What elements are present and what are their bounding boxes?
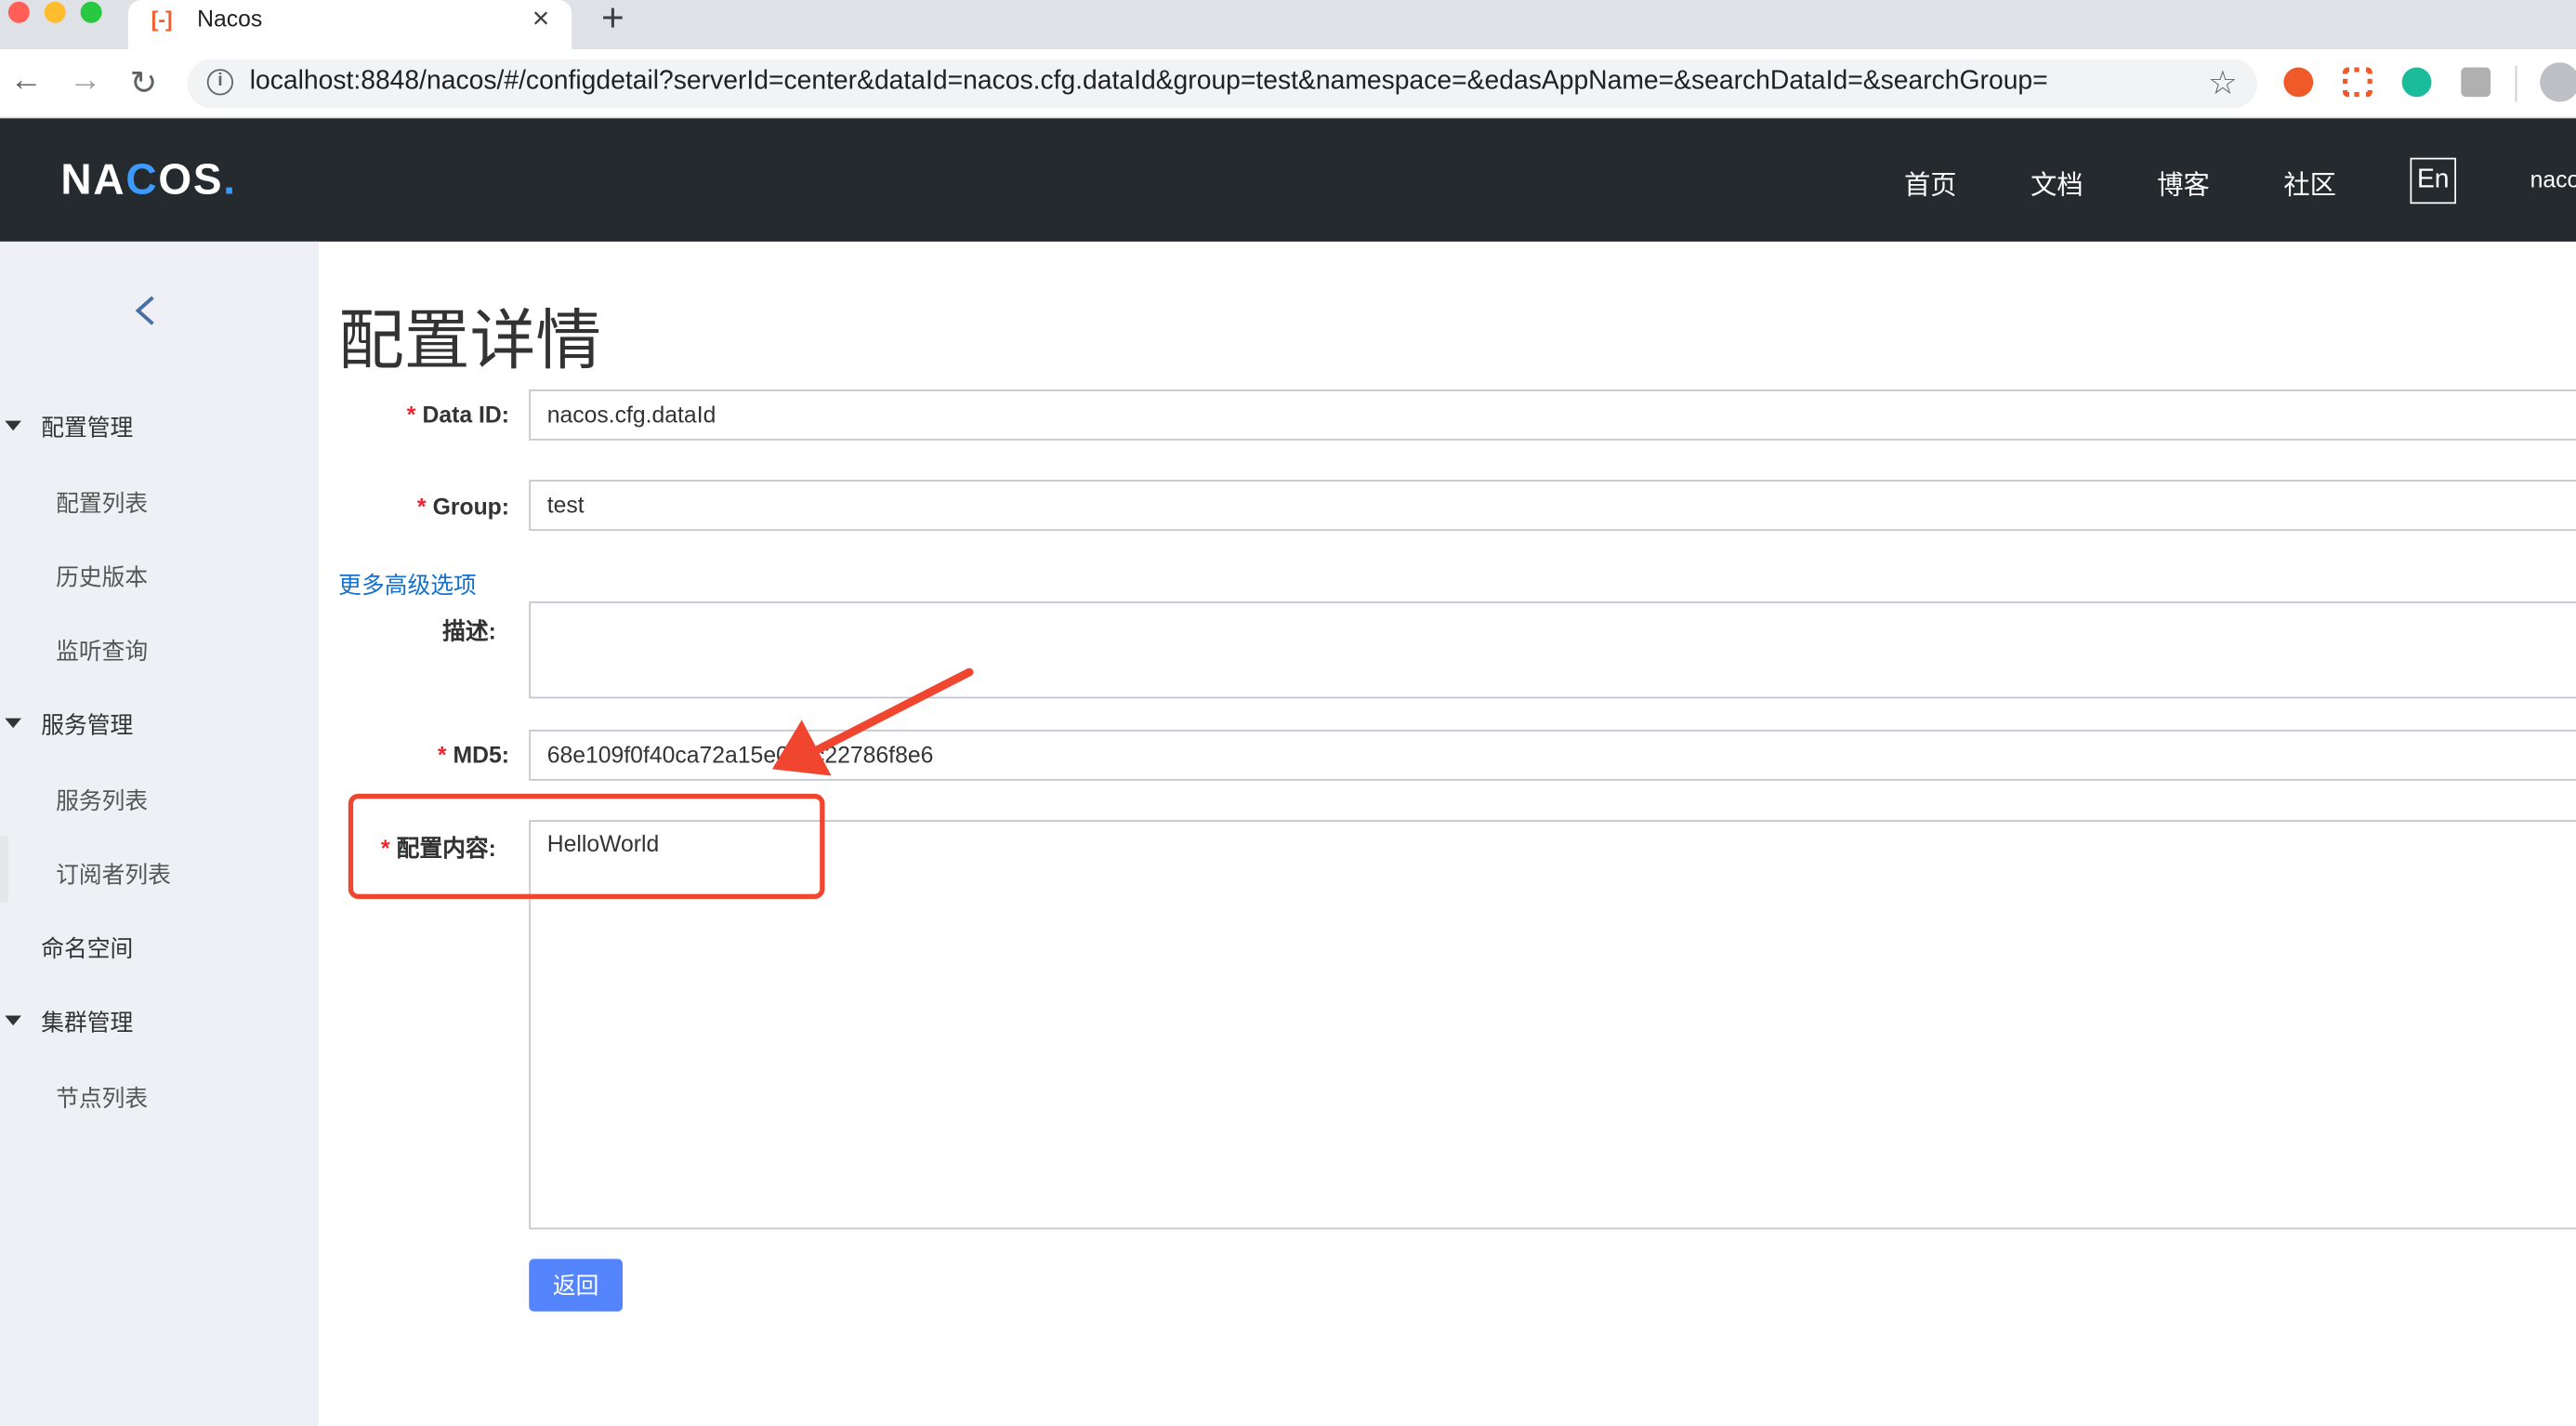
annotation-arrow-icon: [771, 667, 974, 776]
